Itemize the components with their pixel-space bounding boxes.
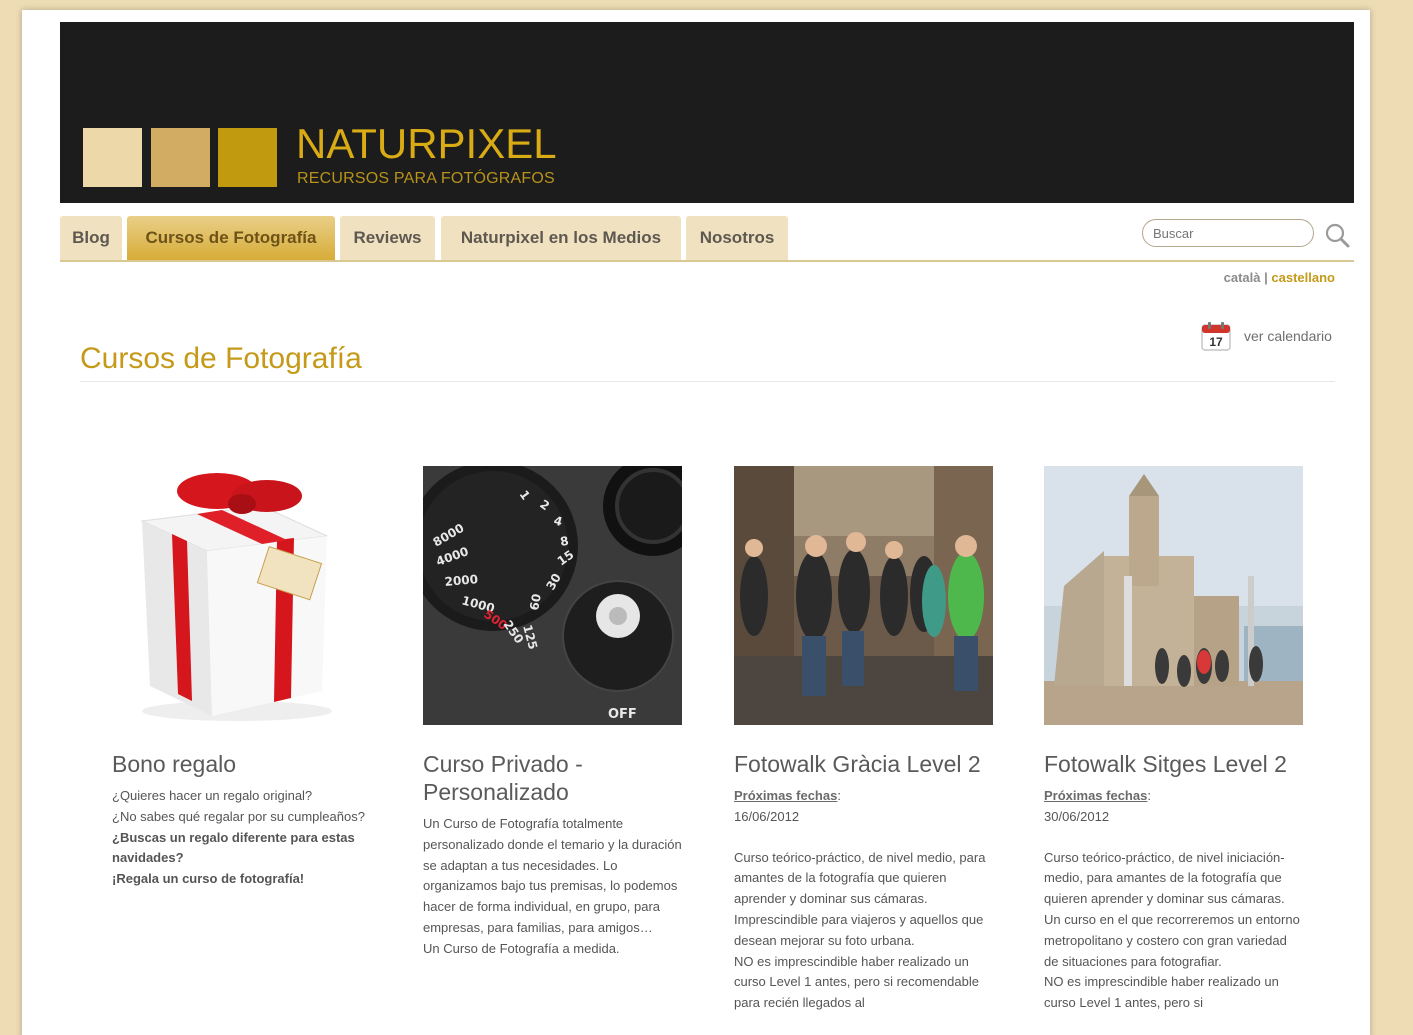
search-icon[interactable]	[1324, 222, 1350, 248]
course-card: Fotowalk Gràcia Level 2 Próximas fechas:…	[734, 466, 994, 1014]
street-group-photo[interactable]	[734, 466, 993, 725]
brand-tagline: RECURSOS PARA FOTÓGRAFOS	[297, 170, 555, 187]
card-title[interactable]: Fotowalk Sitges Level 2	[1044, 750, 1304, 778]
card-title[interactable]: Curso Privado - Personalizado	[423, 750, 683, 806]
tab-label: Blog	[72, 228, 110, 247]
card-line: ¿Quieres hacer un regalo original?	[112, 788, 313, 803]
tab-blog[interactable]: Blog	[60, 216, 122, 260]
course-card: Fotowalk Sitges Level 2 Próximas fechas:…	[1044, 466, 1304, 1014]
card-paragraph: NO es imprescindible haber realizado un …	[1044, 974, 1279, 1011]
logo-square-dark	[218, 128, 277, 187]
page-container: NATURPIXEL RECURSOS PARA FOTÓGRAFOS Blog…	[22, 10, 1370, 1035]
church-seafront-photo[interactable]	[1044, 466, 1303, 725]
lang-castellano-link[interactable]: castellano	[1271, 270, 1335, 285]
course-card: Bono regalo ¿Quieres hacer un regalo ori…	[112, 466, 372, 890]
tab-reviews[interactable]: Reviews	[340, 216, 435, 260]
tab-cursos-de-fotografia[interactable]: Cursos de Fotografía	[127, 216, 335, 260]
page-title: Cursos de Fotografía	[80, 342, 362, 375]
course-date: 30/06/2012	[1044, 808, 1110, 824]
calendar-icon[interactable]: 17	[1200, 320, 1232, 352]
language-switcher: català | castellano	[1224, 270, 1335, 285]
card-paragraph: Curso teórico-práctico, de nivel iniciac…	[1044, 849, 1300, 969]
course-date: 16/06/2012	[734, 808, 800, 824]
lang-separator: |	[1264, 270, 1268, 285]
lang-catala-link[interactable]: català	[1224, 270, 1261, 285]
search-input[interactable]	[1142, 219, 1314, 247]
camera-dial-image[interactable]: 8000 4000 2000 1000 500 250 125 60 30 15…	[423, 466, 682, 725]
tab-naturpixel-en-los-medios[interactable]: Naturpixel en los Medios	[441, 216, 681, 260]
tab-label: Naturpixel en los Medios	[460, 228, 662, 247]
card-description: ¿Quieres hacer un regalo original? ¿No s…	[112, 786, 372, 890]
card-title[interactable]: Bono regalo	[112, 750, 372, 778]
title-divider	[80, 381, 1335, 382]
dial-off-label: OFF	[608, 707, 637, 722]
card-description: Un Curso de Fotografía totalmente person…	[423, 814, 683, 960]
main-nav: Blog Cursos de Fotografía Reviews Naturp…	[60, 216, 1354, 262]
card-title[interactable]: Fotowalk Gràcia Level 2	[734, 750, 994, 778]
logo-square-mid	[151, 128, 210, 187]
dates-label: Próximas fechas	[1044, 788, 1148, 803]
card-paragraph: Un Curso de Fotografía totalmente person…	[423, 816, 682, 935]
ver-calendario-link[interactable]: ver calendario	[1244, 328, 1332, 344]
tab-label: Reviews	[353, 228, 422, 247]
logo-square-light	[83, 128, 142, 187]
dates-label: Próximas fechas	[734, 788, 838, 803]
card-line: ¿No sabes qué regalar por su cumpleaños?	[112, 808, 365, 824]
card-paragraph: Un Curso de Fotografía a medida.	[423, 940, 620, 956]
card-line: ¿Buscas un regalo diferente para estas n…	[112, 829, 355, 866]
site-header: NATURPIXEL RECURSOS PARA FOTÓGRAFOS	[60, 22, 1354, 203]
dial-number: 60	[527, 593, 544, 612]
card-line: ¡Regala un curso de fotografía!	[112, 871, 305, 887]
tab-label: Nosotros	[699, 228, 775, 247]
dial-number: 2000	[444, 572, 478, 589]
card-paragraph: NO es imprescindible haber realizado un …	[734, 953, 979, 1011]
course-card: 8000 4000 2000 1000 500 250 125 60 30 15…	[423, 466, 683, 960]
gift-box-image[interactable]	[112, 466, 371, 725]
tab-nosotros[interactable]: Nosotros	[686, 216, 788, 260]
brand-name[interactable]: NATURPIXEL	[296, 120, 557, 168]
card-description: Próximas fechas: 16/06/2012 Curso teóric…	[734, 786, 994, 1014]
tab-label: Cursos de Fotografía	[145, 228, 317, 247]
calendar-day: 17	[1209, 335, 1223, 349]
card-description: Próximas fechas: 30/06/2012 Curso teóric…	[1044, 786, 1304, 1014]
card-paragraph: Curso teórico-práctico, de nivel medio, …	[734, 849, 986, 948]
